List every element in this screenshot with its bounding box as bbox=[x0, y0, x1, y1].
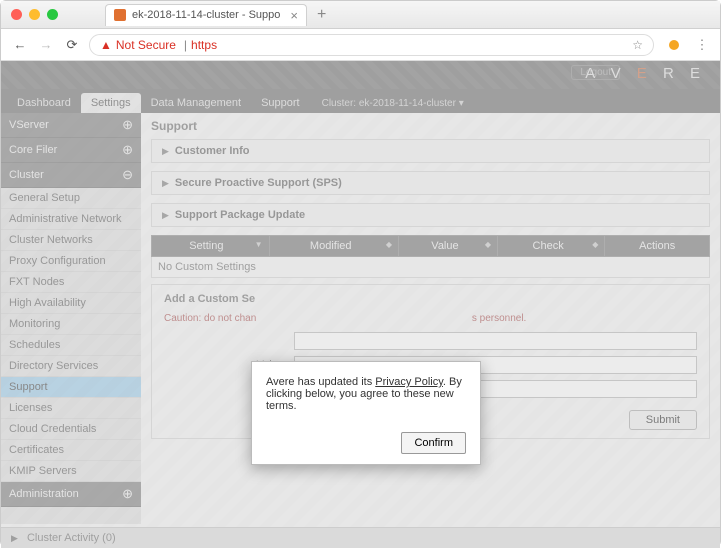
bookmark-star-icon[interactable]: ☆ bbox=[632, 38, 643, 52]
address-bar[interactable]: ▲ Not Secure | https ☆ bbox=[89, 34, 654, 56]
url-separator: | bbox=[184, 38, 187, 52]
privacy-policy-modal: Avere has updated its Privacy Policy. By… bbox=[251, 361, 481, 465]
window-titlebar: ek-2018-11-14-cluster - Suppo × + bbox=[1, 1, 720, 29]
privacy-policy-link[interactable]: Privacy Policy bbox=[375, 376, 443, 388]
confirm-button[interactable]: Confirm bbox=[401, 432, 466, 454]
modal-overlay bbox=[1, 61, 720, 548]
new-tab-button[interactable]: + bbox=[317, 6, 326, 24]
back-button[interactable]: ← bbox=[11, 37, 29, 52]
favicon-icon bbox=[114, 9, 126, 21]
window-zoom-dot[interactable] bbox=[47, 9, 58, 20]
browser-tab[interactable]: ek-2018-11-14-cluster - Suppo × bbox=[105, 4, 307, 26]
browser-menu-icon[interactable]: ⋮ bbox=[694, 37, 710, 53]
forward-button[interactable]: → bbox=[37, 37, 55, 52]
window-close-dot[interactable] bbox=[11, 9, 22, 20]
warning-icon: ▲ bbox=[100, 38, 112, 52]
url-proto: https bbox=[191, 38, 217, 52]
browser-toolbar: ← → ⟳ ▲ Not Secure | https ☆ ⋮ bbox=[1, 29, 720, 61]
not-secure-label: Not Secure bbox=[116, 38, 176, 52]
window-minimize-dot[interactable] bbox=[29, 9, 40, 20]
tab-close-icon[interactable]: × bbox=[290, 8, 298, 23]
tab-title: ek-2018-11-14-cluster - Suppo bbox=[132, 9, 280, 21]
app-root: Logout A V E R E Dashboard Settings Data… bbox=[1, 61, 720, 548]
extension-icon[interactable] bbox=[666, 37, 682, 53]
reload-button[interactable]: ⟳ bbox=[63, 37, 81, 53]
modal-text-a: Avere has updated its bbox=[266, 376, 375, 388]
